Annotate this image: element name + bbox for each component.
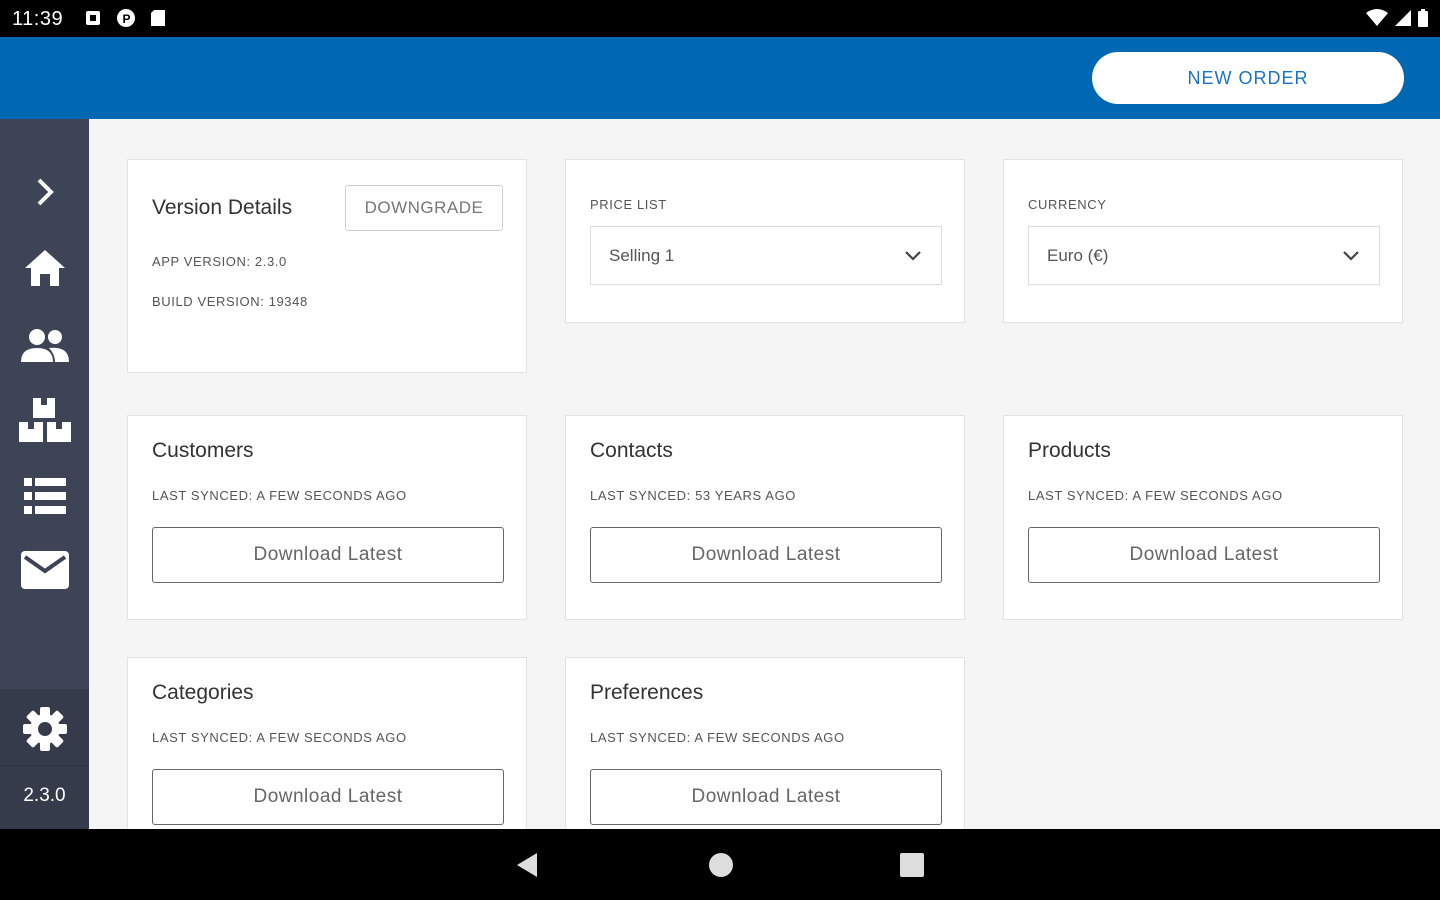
chevron-down-icon <box>905 251 921 261</box>
people-icon <box>20 329 69 362</box>
card-title: Contacts <box>590 439 673 462</box>
last-synced: LAST SYNCED: A FEW SECONDS AGO <box>152 730 407 745</box>
wifi-icon <box>1366 9 1388 26</box>
sync-card-categories: Categories LAST SYNCED: A FEW SECONDS AG… <box>127 657 527 829</box>
version-details-card: Version Details DOWNGRADE APP VERSION: 2… <box>127 159 527 373</box>
sd-card-icon <box>151 10 165 26</box>
card-title: Version Details <box>152 196 293 219</box>
download-latest-button[interactable]: Download Latest <box>590 769 942 825</box>
sidebar-item-home[interactable] <box>0 241 89 295</box>
mail-icon <box>20 551 69 589</box>
notification-icon <box>86 11 100 25</box>
last-synced: LAST SYNCED: A FEW SECONDS AGO <box>1028 488 1283 503</box>
price-list-select[interactable]: Selling 1 <box>590 226 942 285</box>
last-synced: LAST SYNCED: 53 YEARS AGO <box>590 488 796 503</box>
price-list-card: PRICE LIST Selling 1 <box>565 159 965 323</box>
download-latest-button[interactable]: Download Latest <box>152 527 504 583</box>
chevron-right-icon <box>37 178 54 206</box>
back-icon[interactable] <box>515 852 539 878</box>
download-latest-button[interactable]: Download Latest <box>152 769 504 825</box>
currency-select[interactable]: Euro (€) <box>1028 226 1380 285</box>
recents-icon[interactable] <box>900 853 924 877</box>
home-icon <box>24 250 65 286</box>
build-version: BUILD VERSION: 19348 <box>152 294 308 309</box>
currency-card: CURRENCY Euro (€) <box>1003 159 1403 323</box>
list-icon <box>23 478 66 514</box>
sidebar-item-customers[interactable] <box>0 319 89 373</box>
status-time: 11:39 <box>12 8 64 30</box>
sync-card-preferences: Preferences LAST SYNCED: A FEW SECONDS A… <box>565 657 965 829</box>
downgrade-button[interactable]: DOWNGRADE <box>345 185 503 231</box>
download-latest-button[interactable]: Download Latest <box>590 527 942 583</box>
card-title: Categories <box>152 681 254 704</box>
card-title: Products <box>1028 439 1111 462</box>
currency-value: Euro (€) <box>1047 246 1109 265</box>
sync-card-contacts: Contacts LAST SYNCED: 53 YEARS AGO Downl… <box>565 415 965 620</box>
new-order-button[interactable]: NEW ORDER <box>1092 52 1404 104</box>
last-synced: LAST SYNCED: A FEW SECONDS AGO <box>152 488 407 503</box>
sidebar-item-orders[interactable] <box>0 471 89 521</box>
card-title: Customers <box>152 439 254 462</box>
sidebar-item-settings[interactable] <box>0 702 89 756</box>
main-content: Version Details DOWNGRADE APP VERSION: 2… <box>89 119 1440 829</box>
system-nav-bar <box>0 829 1440 900</box>
sidebar-expand[interactable] <box>0 167 89 217</box>
last-synced: LAST SYNCED: A FEW SECONDS AGO <box>590 730 845 745</box>
price-list-label: PRICE LIST <box>590 197 667 212</box>
boxes-icon <box>18 398 71 442</box>
signal-icon <box>1395 10 1411 26</box>
sidebar-item-products[interactable] <box>0 393 89 447</box>
sync-card-products: Products LAST SYNCED: A FEW SECONDS AGO … <box>1003 415 1403 620</box>
home-circle-icon[interactable] <box>708 852 734 878</box>
chevron-down-icon <box>1343 251 1359 261</box>
sidebar: 2.3.0 <box>0 119 89 829</box>
battery-icon <box>1418 9 1428 27</box>
app-version: APP VERSION: 2.3.0 <box>152 254 287 269</box>
parking-icon: P <box>117 9 135 27</box>
status-bar: 11:39 P <box>0 0 1440 37</box>
gear-icon <box>22 707 67 751</box>
card-title: Preferences <box>590 681 704 704</box>
sidebar-item-mail[interactable] <box>0 545 89 595</box>
price-list-value: Selling 1 <box>609 246 675 265</box>
currency-label: CURRENCY <box>1028 197 1107 212</box>
svg-text:P: P <box>123 12 131 26</box>
download-latest-button[interactable]: Download Latest <box>1028 527 1380 583</box>
app-version-label: 2.3.0 <box>23 785 66 806</box>
sync-card-customers: Customers LAST SYNCED: A FEW SECONDS AGO… <box>127 415 527 620</box>
